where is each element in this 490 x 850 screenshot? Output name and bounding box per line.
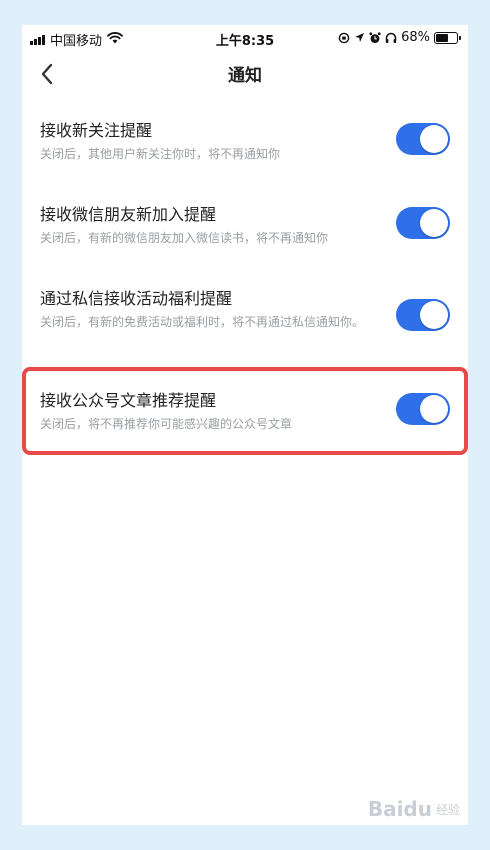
setting-title: 通过私信接收活动福利提醒	[40, 289, 233, 308]
location-icon	[354, 32, 365, 43]
nav-bar: 通知	[22, 51, 468, 95]
setting-title: 接收新关注提醒	[40, 121, 153, 140]
headphones-icon	[385, 32, 397, 44]
setting-description: 关闭后，有新的微信朋友加入微信读书，将不再通知你	[40, 231, 329, 245]
setting-new-follower: 接收新关注提醒 关闭后，其他用户新关注你时，将不再通知你	[22, 115, 468, 175]
setting-private-message-benefits: 通过私信接收活动福利提醒 关闭后，有新的免费活动或福利时，将不再通过私信通知你。	[22, 283, 468, 363]
toggle-private-message-benefits[interactable]	[396, 299, 450, 331]
setting-title: 接收公众号文章推荐提醒	[40, 391, 217, 410]
setting-wechat-friend: 接收微信朋友新加入提醒 关闭后，有新的微信朋友加入微信读书，将不再通知你	[22, 199, 468, 259]
toggle-knob	[420, 125, 448, 153]
toggle-official-account-articles[interactable]	[396, 393, 450, 425]
battery-icon	[434, 31, 461, 44]
watermark-sub: 经验	[435, 802, 460, 817]
battery-percent: 68%	[401, 30, 430, 45]
alarm-icon	[369, 31, 381, 44]
toggle-knob	[420, 301, 448, 329]
phone-screen: 中国移动 上午8:35 68% 通知 接收新关注提醒 关闭后，其他用户新关注你时…	[22, 25, 468, 825]
setting-description: 关闭后，其他用户新关注你时，将不再通知你	[40, 147, 281, 161]
toggle-wechat-friend[interactable]	[396, 207, 450, 239]
setting-description: 关闭后，将不再推荐你可能感兴趣的公众号文章	[40, 417, 293, 431]
toggle-knob	[420, 395, 448, 423]
orientation-lock-icon	[338, 32, 350, 44]
setting-description: 关闭后，有新的免费活动或福利时，将不再通过私信通知你。	[40, 315, 365, 329]
status-bar: 中国移动 上午8:35 68%	[22, 25, 468, 51]
setting-official-account-articles: 接收公众号文章推荐提醒 关闭后，将不再推荐你可能感兴趣的公众号文章	[22, 383, 468, 443]
toggle-new-follower[interactable]	[396, 123, 450, 155]
baidu-watermark: Baidu 经验	[368, 797, 460, 821]
status-right: 68%	[334, 30, 461, 45]
page-title: 通知	[228, 66, 262, 86]
watermark-text: Baidu	[367, 797, 432, 821]
toggle-knob	[420, 209, 448, 237]
setting-title: 接收微信朋友新加入提醒	[40, 205, 217, 224]
